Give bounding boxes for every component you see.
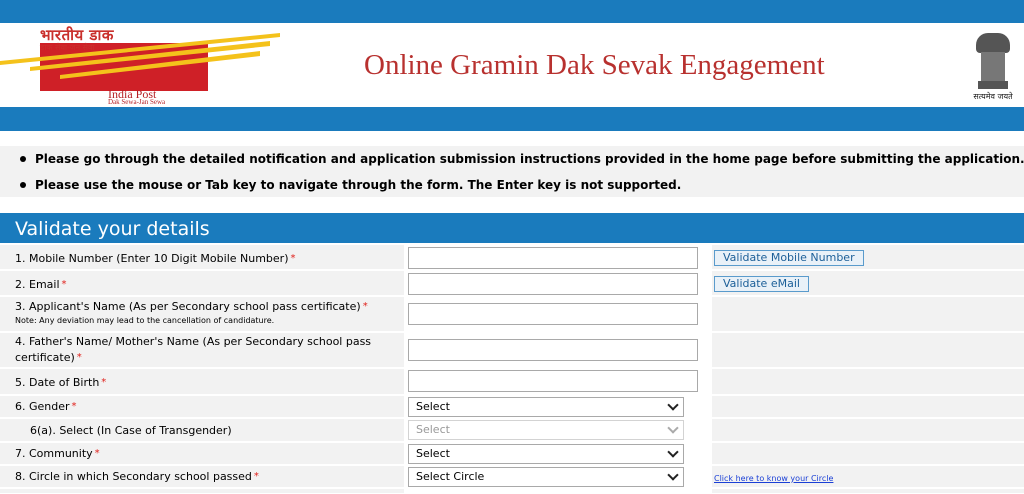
logo-tagline: Dak Sewa-Jan Sewa <box>108 98 166 106</box>
required-mark: * <box>253 471 259 482</box>
form-row-parent-name: 4. Father's Name/ Mother's Name (As per … <box>0 333 1024 368</box>
circle-select[interactable]: Select Circle <box>408 467 684 487</box>
required-mark: * <box>290 253 296 264</box>
community-label: 7. Community <box>15 447 93 460</box>
form-row-mobile: 1. Mobile Number (Enter 10 Digit Mobile … <box>0 245 1024 270</box>
required-mark: * <box>94 448 100 459</box>
validate-email-button[interactable]: Validate eMail <box>714 276 809 292</box>
gender-select[interactable]: Select <box>408 397 684 417</box>
email-label: 2. Email <box>15 278 60 291</box>
transgender-label: 6(a). Select (In Case of Transgender) <box>30 424 232 437</box>
required-mark: * <box>76 352 82 363</box>
section-header: Validate your details <box>0 213 1024 243</box>
required-mark: * <box>71 401 77 412</box>
parent-name-label-line1: 4. Father's Name/ Mother's Name (As per … <box>15 335 372 348</box>
chevron-down-icon <box>667 422 679 434</box>
chevron-down-icon <box>667 446 679 458</box>
date-of-birth-input[interactable] <box>408 370 698 392</box>
form-row-partial <box>0 489 1024 494</box>
form-row-applicant-name: 3. Applicant's Name (As per Secondary sc… <box>0 297 1024 332</box>
parent-name-input[interactable] <box>408 339 698 361</box>
instructions: Please go through the detailed notificat… <box>0 146 1024 197</box>
form-row-dob: 5. Date of Birth * <box>0 369 1024 395</box>
required-mark: * <box>101 377 107 388</box>
india-post-logo: भारतीय डाक डाक सेवा-जन सेवा India Post D… <box>0 23 290 107</box>
logo-hindi-subtext: डाक सेवा-जन सेवा <box>40 43 95 52</box>
applicant-name-label: 3. Applicant's Name (As per Secondary sc… <box>15 300 361 313</box>
gender-label: 6. Gender <box>15 400 70 413</box>
form-row-community: 7. Community * Select <box>0 443 1024 465</box>
know-your-circle-link[interactable]: Click here to know your Circle <box>714 474 833 483</box>
form-row-gender: 6. Gender * Select <box>0 396 1024 418</box>
transgender-select[interactable]: Select <box>408 420 684 440</box>
bullet-icon <box>20 181 26 188</box>
validate-mobile-button[interactable]: Validate Mobile Number <box>714 250 864 266</box>
required-mark: * <box>61 279 67 290</box>
dob-label: 5. Date of Birth <box>15 376 100 389</box>
header: भारतीय डाक डाक सेवा-जन सेवा India Post D… <box>0 23 1024 107</box>
mobile-label: 1. Mobile Number (Enter 10 Digit Mobile … <box>15 252 289 265</box>
email-input[interactable] <box>408 273 698 295</box>
parent-name-label-line2: certificate) <box>15 351 75 364</box>
community-select[interactable]: Select <box>408 444 684 464</box>
instruction-item: Please go through the detailed notificat… <box>20 152 1024 166</box>
mobile-number-input[interactable] <box>408 247 698 269</box>
applicant-name-input[interactable] <box>408 303 698 325</box>
national-emblem-icon: सत्यमेव जयते <box>972 27 1014 105</box>
form-row-email: 2. Email * Validate eMail <box>0 271 1024 296</box>
chevron-down-icon <box>667 399 679 411</box>
bullet-icon <box>20 155 26 162</box>
section-title: Validate your details <box>15 218 210 240</box>
page-title: Online Gramin Dak Sevak Engagement <box>364 49 825 81</box>
circle-label: 8. Circle in which Secondary school pass… <box>15 470 252 483</box>
emblem-motto: सत्यमेव जयते <box>973 92 1013 101</box>
form-row-circle: 8. Circle in which Secondary school pass… <box>0 466 1024 488</box>
required-mark: * <box>362 301 368 312</box>
sub-bar <box>0 107 1024 131</box>
top-bar <box>0 0 1024 23</box>
applicant-name-note: Note: Any deviation may lead to the canc… <box>15 316 275 325</box>
instruction-item: Please use the mouse or Tab key to navig… <box>20 178 681 192</box>
form-row-transgender: 6(a). Select (In Case of Transgender) Se… <box>0 419 1024 442</box>
chevron-down-icon <box>667 469 679 481</box>
